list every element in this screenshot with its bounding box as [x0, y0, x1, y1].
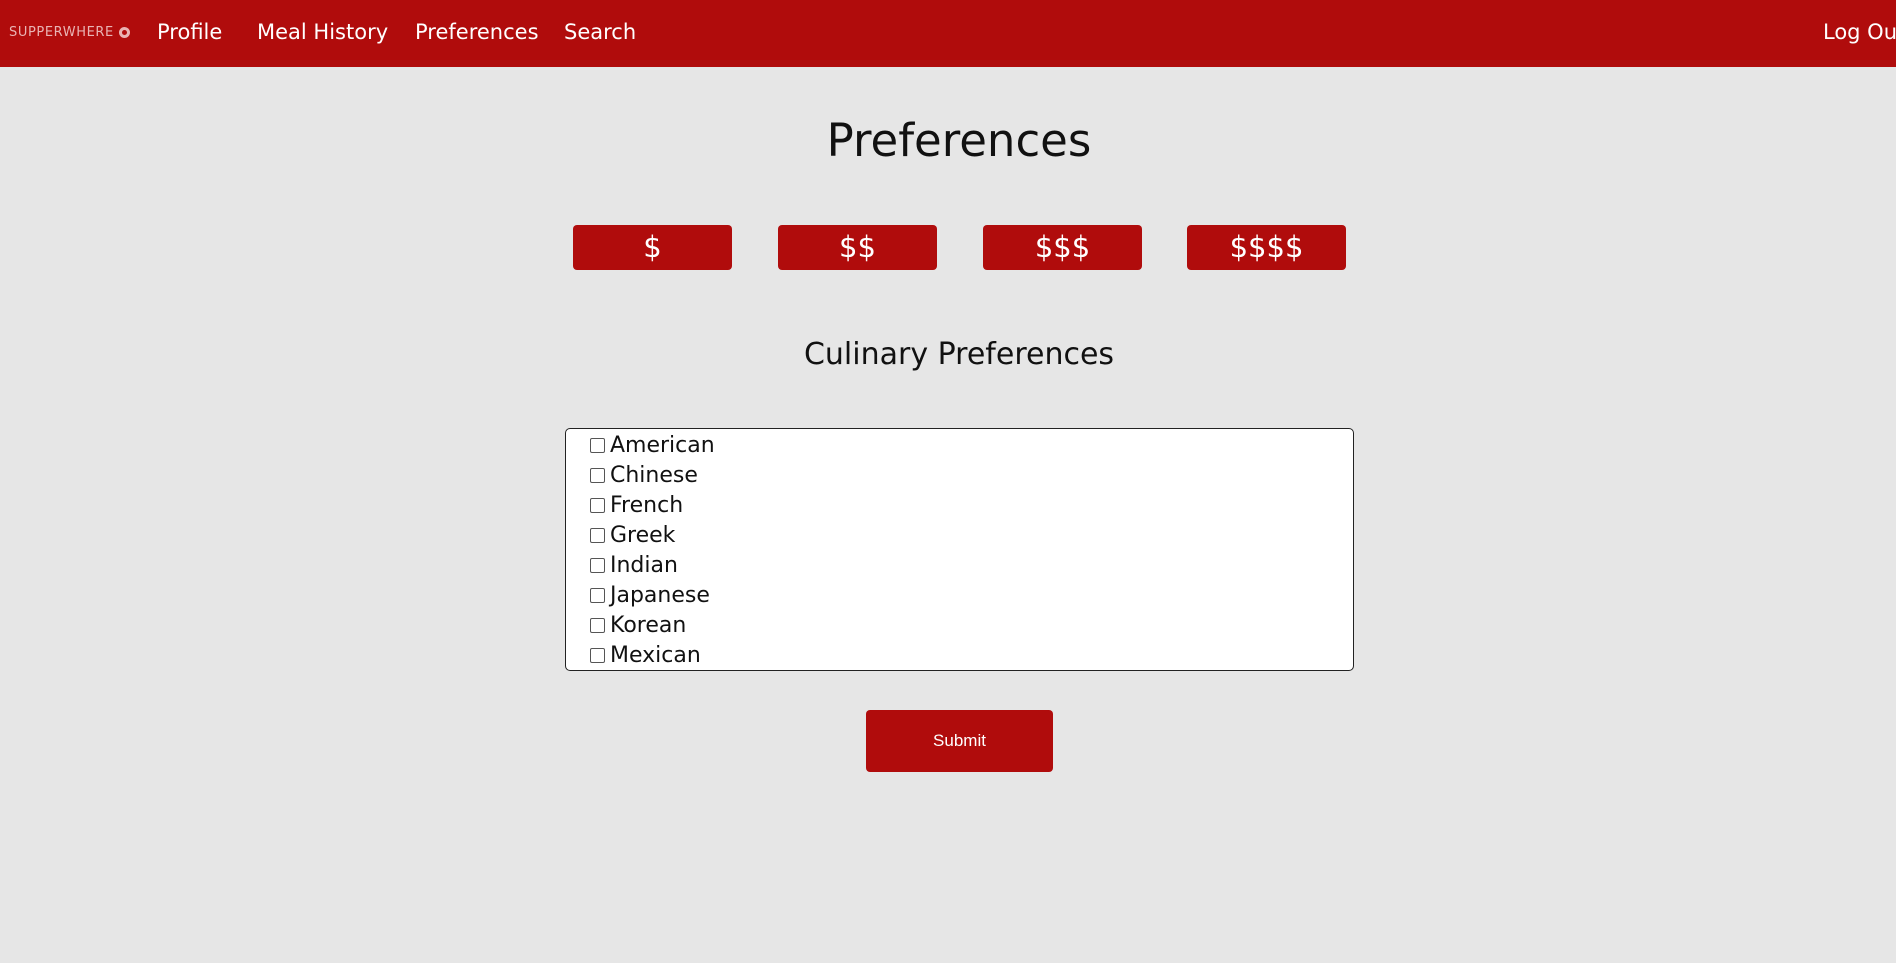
- brand-logo[interactable]: SUPPERWHERE: [9, 25, 130, 40]
- nav-link-preferences[interactable]: Preferences: [415, 20, 539, 44]
- cuisine-label: Chinese: [610, 462, 698, 488]
- cuisine-checkbox[interactable]: [590, 437, 605, 453]
- price-button-4[interactable]: $$$$: [1187, 225, 1346, 270]
- cuisine-checkbox[interactable]: [590, 647, 605, 663]
- cuisine-item-korean[interactable]: Korean: [590, 610, 686, 640]
- nav-link-search[interactable]: Search: [564, 20, 636, 44]
- brand-face-icon: [118, 27, 130, 38]
- cuisine-checkbox[interactable]: [590, 467, 605, 483]
- cuisine-item-greek[interactable]: Greek: [590, 520, 675, 550]
- cuisine-checkbox[interactable]: [590, 557, 605, 573]
- cuisine-checkbox[interactable]: [590, 527, 605, 543]
- cuisine-label: Greek: [610, 522, 676, 548]
- nav-link-profile[interactable]: Profile: [157, 20, 222, 44]
- cuisine-label: Mexican: [610, 642, 701, 668]
- top-navbar: SUPPERWHERE Profile Meal History Prefere…: [0, 0, 1896, 67]
- cuisine-label: American: [610, 432, 715, 458]
- submit-button[interactable]: Submit: [866, 710, 1053, 772]
- cuisine-item-american[interactable]: American: [590, 430, 715, 460]
- brand-name: SUPPERWHERE: [9, 25, 114, 40]
- nav-link-logout[interactable]: Log Out: [1823, 20, 1896, 44]
- nav-link-meal-history[interactable]: Meal History: [257, 20, 388, 44]
- cuisine-item-mexican[interactable]: Mexican: [590, 640, 701, 670]
- cuisine-label: Korean: [610, 612, 687, 638]
- cuisine-item-japanese[interactable]: Japanese: [590, 580, 710, 610]
- cuisine-item-indian[interactable]: Indian: [590, 550, 678, 580]
- cuisine-checkbox[interactable]: [590, 497, 605, 513]
- price-button-3[interactable]: $$$: [983, 225, 1142, 270]
- price-button-1[interactable]: $: [573, 225, 732, 270]
- page-title: Preferences: [826, 114, 1092, 167]
- cuisine-checkbox[interactable]: [590, 617, 605, 633]
- cuisine-label: Indian: [610, 552, 678, 578]
- price-button-2[interactable]: $$: [778, 225, 937, 270]
- cuisine-checkbox-list[interactable]: American Chinese French Greek Indian Jap…: [565, 428, 1354, 671]
- cuisine-checkbox[interactable]: [590, 587, 605, 603]
- cuisine-label: Japanese: [610, 582, 710, 608]
- cuisine-item-french[interactable]: French: [590, 490, 683, 520]
- cuisine-label: French: [610, 492, 684, 518]
- culinary-preferences-heading: Culinary Preferences: [803, 337, 1115, 372]
- cuisine-item-chinese[interactable]: Chinese: [590, 460, 698, 490]
